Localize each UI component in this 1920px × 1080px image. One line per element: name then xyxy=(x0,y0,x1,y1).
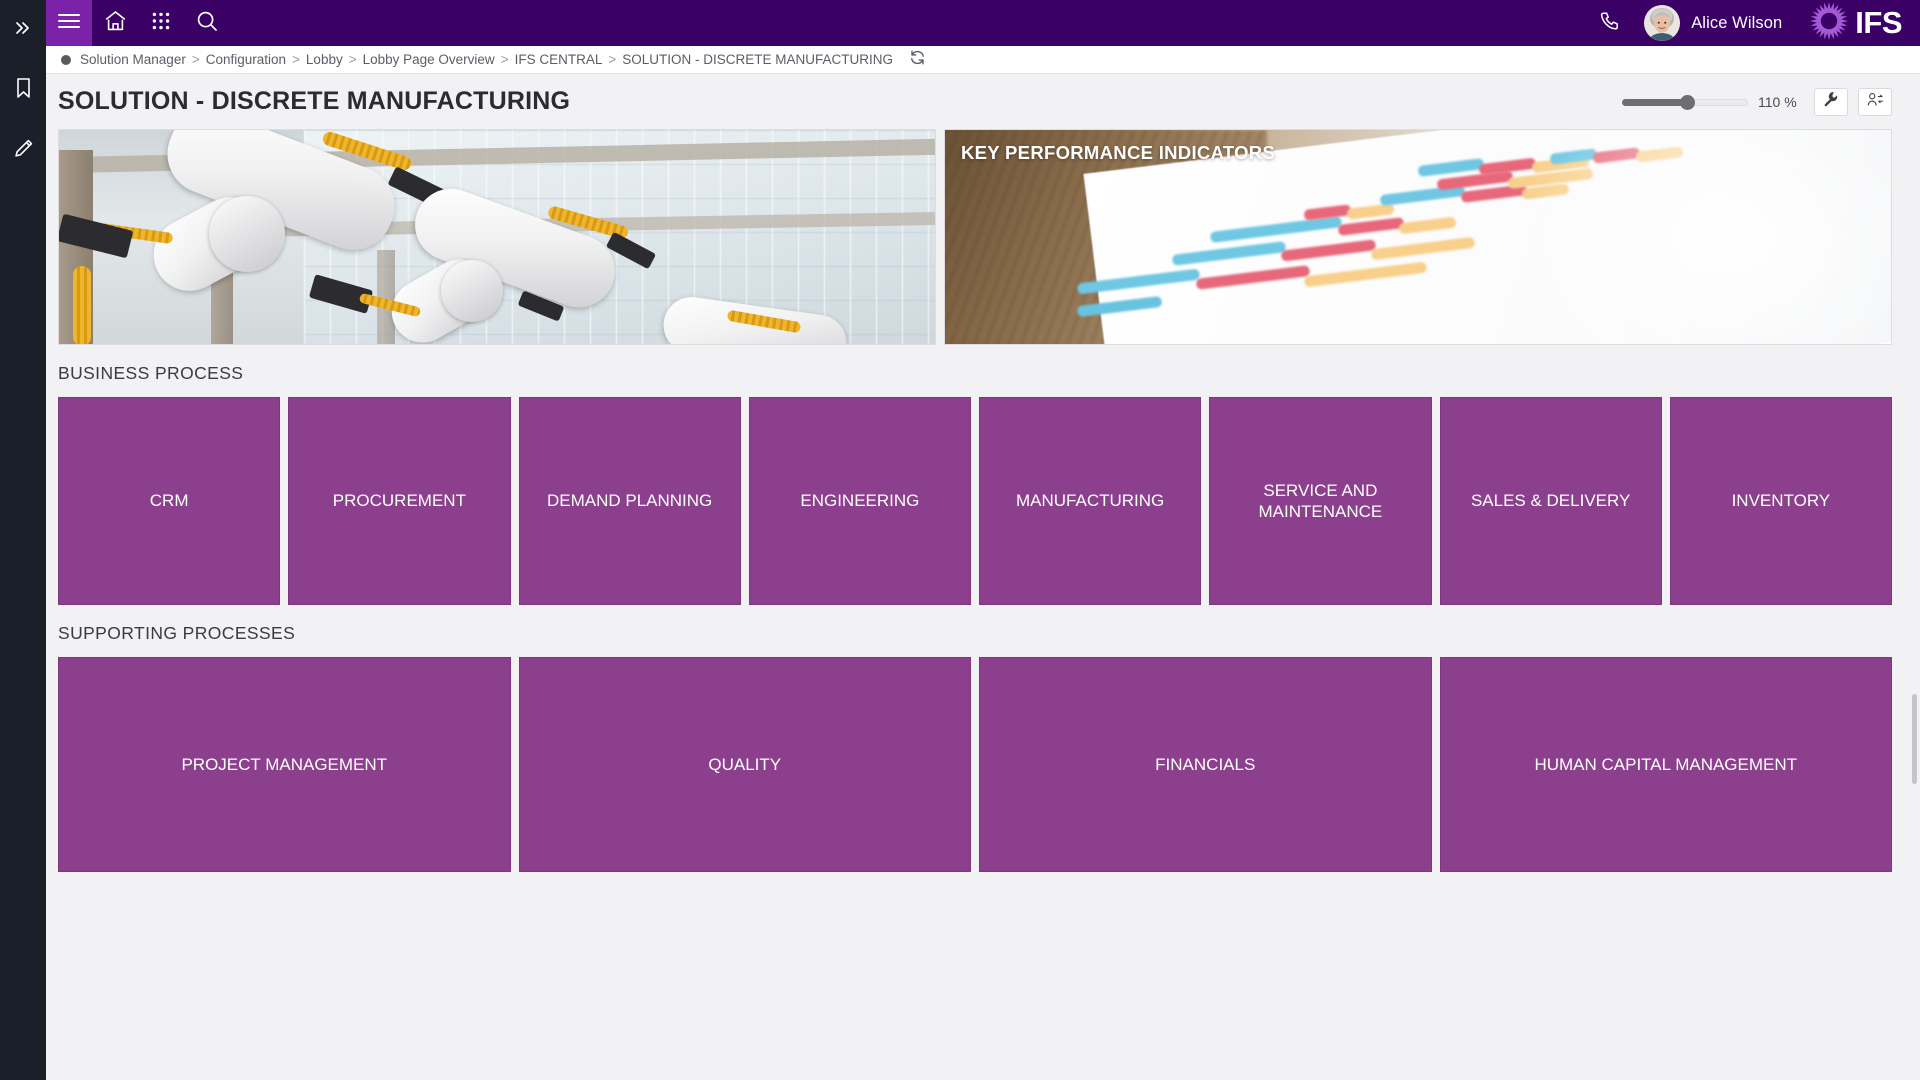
pencil-icon xyxy=(13,138,34,159)
tile-sales-and-delivery[interactable]: SALES & DELIVERY xyxy=(1439,397,1662,605)
home-button[interactable] xyxy=(92,0,138,46)
tile-inventory[interactable]: INVENTORY xyxy=(1669,397,1892,605)
page-scrollbar-thumb[interactable] xyxy=(1912,694,1917,784)
tile-label: SALES & DELIVERY xyxy=(1470,491,1631,511)
breadcrumb-separator: > xyxy=(191,52,200,67)
tile-label: ENGINEERING xyxy=(800,491,920,511)
robot-cable xyxy=(73,266,91,344)
breadcrumb: Solution Manager > Configuration > Lobby… xyxy=(80,52,893,67)
user-menu[interactable]: Alice Wilson xyxy=(1644,5,1782,41)
ifs-brand-text: IFS xyxy=(1855,5,1902,40)
breadcrumb-separator: > xyxy=(348,52,357,67)
breadcrumb-bar: Solution Manager > Configuration > Lobby… xyxy=(46,46,1920,74)
section-title-business-process: BUSINESS PROCESS xyxy=(58,363,244,383)
tile-label: CRM xyxy=(149,491,189,511)
status-dot-icon xyxy=(61,54,71,65)
breadcrumb-separator: > xyxy=(500,52,509,67)
user-switch-icon xyxy=(1867,92,1884,112)
tile-human-capital-management[interactable]: HUMAN CAPITAL MANAGEMENT xyxy=(1439,657,1892,872)
refresh-icon xyxy=(909,49,926,71)
main-menu-button[interactable] xyxy=(46,0,92,46)
phone-button[interactable] xyxy=(1590,0,1630,46)
zoom-slider-fill xyxy=(1622,98,1688,106)
breadcrumb-item-3[interactable]: Lobby Page Overview xyxy=(363,52,495,67)
kpi-panel-title: KEY PERFORMANCE INDICATORS xyxy=(961,142,1276,163)
discrete-manufacturing-image[interactable] xyxy=(58,129,936,345)
breadcrumb-separator: > xyxy=(608,52,617,67)
avatar xyxy=(1644,5,1681,41)
bookmark-icon xyxy=(14,77,33,99)
tile-label: INVENTORY xyxy=(1731,491,1831,511)
tile-financials[interactable]: FINANCIALS xyxy=(979,657,1432,872)
tile-label: FINANCIALS xyxy=(1155,754,1256,774)
tile-label: PROJECT MANAGEMENT xyxy=(181,754,388,774)
zoom-slider[interactable] xyxy=(1622,93,1748,111)
search-button[interactable] xyxy=(184,0,230,46)
tile-label: PROCUREMENT xyxy=(332,491,466,511)
double-chevron-right-icon xyxy=(13,18,33,38)
kpi-light-glow xyxy=(1512,130,1891,344)
expand-panel-button[interactable] xyxy=(0,9,46,47)
left-rail xyxy=(0,0,46,1080)
bookmark-button[interactable] xyxy=(0,69,46,107)
breadcrumb-item-2[interactable]: Lobby xyxy=(306,52,343,67)
breadcrumb-item-5[interactable]: SOLUTION - DISCRETE MANUFACTURING xyxy=(622,52,893,67)
edit-button[interactable] xyxy=(0,129,46,167)
ifs-logo[interactable]: IFS xyxy=(1808,0,1902,47)
phone-icon xyxy=(1599,10,1621,37)
robot-joint xyxy=(209,196,285,272)
wrench-icon xyxy=(1823,91,1839,112)
tile-label: HUMAN CAPITAL MANAGEMENT xyxy=(1534,754,1798,774)
tile-quality[interactable]: QUALITY xyxy=(518,657,971,872)
robot-joint xyxy=(441,260,503,322)
user-name: Alice Wilson xyxy=(1691,13,1783,32)
tile-label: QUALITY xyxy=(708,754,782,774)
supporting-processes-tiles: PROJECT MANAGEMENT QUALITY FINANCIALS HU… xyxy=(46,657,1920,872)
zoom-value-label: 110 % xyxy=(1758,93,1797,110)
hamburger-menu-icon xyxy=(58,13,80,34)
switch-user-button[interactable] xyxy=(1858,87,1892,116)
tile-label: SERVICE AND MAINTENANCE xyxy=(1258,480,1383,521)
top-bar: Alice Wilson IFS xyxy=(46,0,1920,46)
page-header-tools: 110 % xyxy=(1622,87,1892,116)
hero-row: KEY PERFORMANCE INDICATORS xyxy=(46,129,1920,345)
tile-procurement[interactable]: PROCUREMENT xyxy=(288,397,511,605)
tile-label: MANUFACTURING xyxy=(1015,491,1165,511)
home-icon xyxy=(104,10,127,37)
tile-manufacturing[interactable]: MANUFACTURING xyxy=(979,397,1202,605)
refresh-button[interactable] xyxy=(909,49,926,71)
business-process-tiles: CRM PROCUREMENT DEMAND PLANNING ENGINEER… xyxy=(46,397,1920,605)
tile-demand-planning[interactable]: DEMAND PLANNING xyxy=(518,397,741,605)
tile-service-and-maintenance[interactable]: SERVICE AND MAINTENANCE xyxy=(1209,397,1432,605)
ifs-pinwheel-logo-icon xyxy=(1808,0,1850,47)
breadcrumb-separator: > xyxy=(292,52,300,67)
section-title-supporting-processes: SUPPORTING PROCESSES xyxy=(58,623,296,643)
key-performance-indicators-image[interactable]: KEY PERFORMANCE INDICATORS xyxy=(944,129,1892,345)
search-icon xyxy=(196,10,218,37)
tile-crm[interactable]: CRM xyxy=(58,397,281,605)
configure-lobby-button[interactable] xyxy=(1814,87,1848,116)
page-title: SOLUTION - DISCRETE MANUFACTURING xyxy=(58,87,571,115)
page-scrollbar[interactable] xyxy=(1910,74,1920,1080)
zoom-slider-thumb[interactable] xyxy=(1680,94,1695,110)
page-header: SOLUTION - DISCRETE MANUFACTURING 110 % xyxy=(46,74,1920,129)
tile-engineering[interactable]: ENGINEERING xyxy=(748,397,971,605)
apps-button[interactable] xyxy=(138,0,184,46)
breadcrumb-item-0[interactable]: Solution Manager xyxy=(80,52,186,67)
tile-project-management[interactable]: PROJECT MANAGEMENT xyxy=(58,657,511,872)
grid-apps-icon xyxy=(152,12,170,35)
tile-label: DEMAND PLANNING xyxy=(546,491,713,511)
breadcrumb-item-1[interactable]: Configuration xyxy=(206,52,286,67)
lobby-page: SOLUTION - DISCRETE MANUFACTURING 110 % xyxy=(46,74,1920,1080)
breadcrumb-item-4[interactable]: IFS CENTRAL xyxy=(515,52,603,67)
